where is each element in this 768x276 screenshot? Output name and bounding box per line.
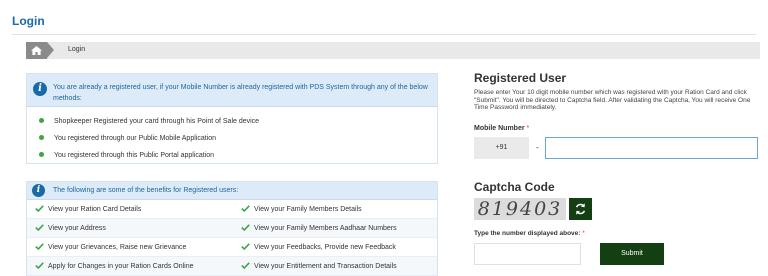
benefit-text: Apply for Changes in your Ration Cards O… — [48, 263, 194, 270]
checkmark-icon — [241, 262, 250, 269]
country-code-prefix: +91 — [474, 137, 529, 159]
breadcrumb-current: Login — [68, 46, 86, 53]
checkmark-icon — [241, 205, 250, 212]
page-title: Login — [12, 14, 45, 28]
registered-info-text: You are already a registered user, if yo… — [53, 84, 428, 102]
benefit-item: View your Grievances, Raise new Grievanc… — [35, 243, 186, 251]
benefit-item: View your Ration Card Details — [35, 205, 141, 213]
registered-user-title: Registered User — [474, 71, 567, 85]
mobile-number-label: Mobile Number * — [474, 125, 529, 132]
captcha-input-label: Type the number displayed above: * — [474, 230, 585, 237]
refresh-icon — [575, 203, 586, 215]
info-icon: i — [33, 82, 47, 96]
benefit-text: View your Entitlement and Transaction De… — [254, 263, 397, 270]
bullet-icon — [39, 117, 44, 123]
bullet-icon — [39, 134, 44, 140]
registered-info-header: i You are already a registered user, if … — [27, 74, 437, 107]
breadcrumb: Login — [26, 42, 760, 59]
method-item: Shopkeeper Registered your card through … — [39, 117, 260, 125]
captcha-input[interactable] — [474, 243, 581, 265]
benefit-text: View your Family Members Details — [254, 206, 362, 213]
breadcrumb-home-link[interactable] — [26, 42, 47, 59]
checkmark-icon — [241, 243, 250, 250]
captcha-title: Captcha Code — [474, 180, 555, 194]
benefit-text: View your Family Members Aadhaar Numbers — [254, 225, 397, 232]
benefits-panel: i The following are some of the benefits… — [26, 181, 438, 276]
benefits-title: The following are some of the benefits f… — [53, 187, 239, 194]
benefit-text: View your Address — [48, 225, 106, 232]
method-item: You registered through this Public Porta… — [39, 151, 215, 159]
mobile-number-input[interactable] — [545, 137, 758, 159]
mobile-number-label-text: Mobile Number — [474, 125, 525, 132]
checkmark-icon — [35, 262, 44, 269]
checkmark-icon — [35, 224, 44, 231]
benefits-row: View your Grievances, Raise new Grievanc… — [27, 238, 437, 257]
required-mark: * — [582, 230, 585, 237]
registered-info-panel: i You are already a registered user, if … — [26, 73, 438, 164]
captcha-input-label-text: Type the number displayed above: — [474, 230, 581, 237]
required-mark: * — [526, 125, 530, 132]
benefit-text: View your Grievances, Raise new Grievanc… — [48, 244, 187, 251]
benefit-text: View your Ration Card Details — [48, 206, 142, 213]
benefit-item: Apply for Changes in your Ration Cards O… — [35, 262, 194, 270]
home-icon — [31, 46, 42, 55]
benefit-item: View your Family Members Details — [241, 205, 362, 213]
captcha-refresh-button[interactable] — [569, 198, 592, 220]
benefits-header: i The following are some of the benefits… — [27, 182, 437, 200]
benefit-text: View your Feedbacks, Provide new Feedbac… — [254, 244, 396, 251]
breadcrumb-arrow — [47, 42, 54, 58]
benefit-item: View your Address — [35, 224, 106, 232]
registered-user-description: Please enter Your 10 digit mobile number… — [474, 89, 751, 112]
benefits-row: View your Ration Card Details View your … — [27, 200, 437, 219]
checkmark-icon — [241, 224, 250, 231]
bullet-icon — [39, 151, 44, 157]
submit-button[interactable]: Submit — [600, 243, 664, 265]
method-text: Shopkeeper Registered your card through … — [54, 118, 260, 125]
info-icon: i — [32, 184, 45, 197]
method-item: You registered through our Public Mobile… — [39, 134, 217, 142]
method-text: You registered through this Public Porta… — [54, 152, 215, 159]
method-text: You registered through our Public Mobile… — [54, 135, 217, 142]
benefits-row: Apply for Changes in your Ration Cards O… — [27, 257, 437, 276]
checkmark-icon — [35, 243, 44, 250]
benefit-item: View your Family Members Aadhaar Numbers — [241, 224, 397, 232]
checkmark-icon — [35, 205, 44, 212]
title-divider — [12, 34, 756, 35]
benefit-item: View your Entitlement and Transaction De… — [241, 262, 397, 270]
benefit-item: View your Feedbacks, Provide new Feedbac… — [241, 243, 396, 251]
prefix-separator: - — [536, 143, 539, 152]
benefits-row: View your Address View your Family Membe… — [27, 219, 437, 238]
captcha-image: 819403 — [474, 198, 566, 220]
